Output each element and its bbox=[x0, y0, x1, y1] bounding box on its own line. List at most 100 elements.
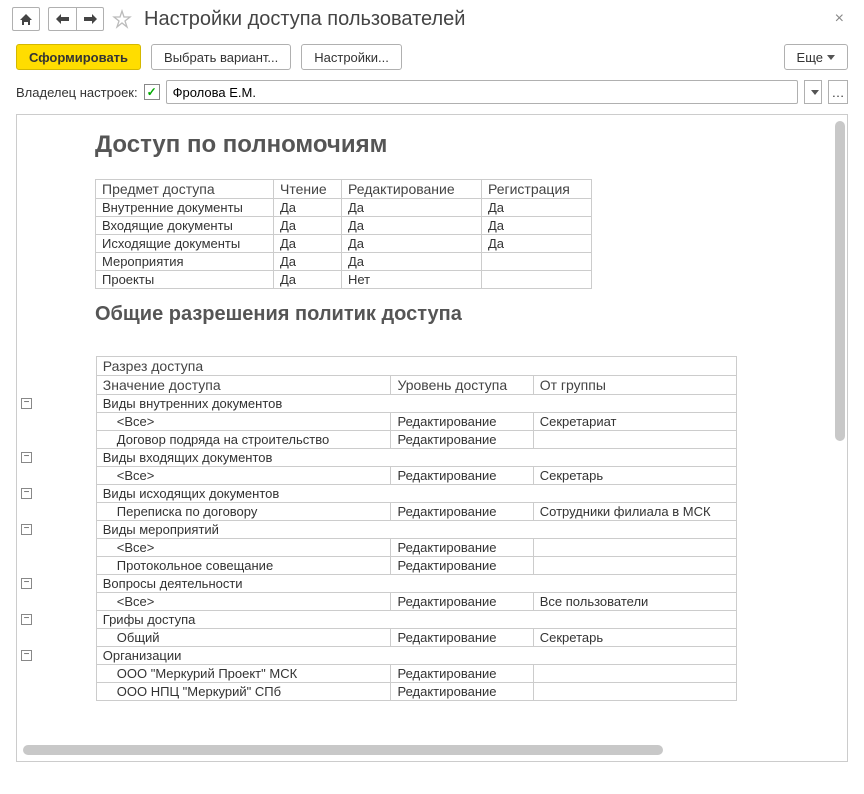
more-button[interactable]: Еще bbox=[784, 44, 848, 70]
cell: <Все> bbox=[96, 593, 391, 611]
more-label: Еще bbox=[797, 50, 823, 65]
group-row: − Виды исходящих документов bbox=[17, 485, 737, 503]
report-area: Доступ по полномочиям Предмет доступа Чт… bbox=[16, 114, 848, 762]
owner-dropdown-button[interactable] bbox=[804, 80, 822, 104]
scrollbar-thumb[interactable] bbox=[23, 745, 663, 755]
table-row: <Все>РедактированиеВсе пользователи bbox=[17, 593, 737, 611]
section2-title: Общие разрешения политик доступа bbox=[95, 289, 592, 356]
tree-gutter bbox=[17, 357, 96, 376]
tree-gutter bbox=[17, 593, 96, 611]
cell: Редактирование bbox=[391, 665, 533, 683]
cell bbox=[533, 665, 736, 683]
cell bbox=[533, 557, 736, 575]
table-row: <Все>РедактированиеСекретариат bbox=[17, 413, 737, 431]
cell: Входящие документы bbox=[96, 217, 274, 235]
close-button[interactable]: × bbox=[827, 6, 852, 32]
generate-button[interactable]: Сформировать bbox=[16, 44, 141, 70]
owner-select-button[interactable]: … bbox=[828, 80, 848, 104]
tree-gutter bbox=[17, 413, 96, 431]
owner-input[interactable] bbox=[166, 80, 798, 104]
cell: Да bbox=[482, 217, 592, 235]
table-row: Переписка по договоруРедактированиеСотру… bbox=[17, 503, 737, 521]
cell: Проекты bbox=[96, 271, 274, 289]
cell: Да bbox=[274, 235, 342, 253]
section1-title: Доступ по полномочиям bbox=[95, 127, 592, 179]
cell: Да bbox=[274, 271, 342, 289]
scrollbar-vertical[interactable] bbox=[835, 121, 845, 735]
home-icon bbox=[19, 13, 33, 26]
cell: Виды исходящих документов bbox=[96, 485, 736, 503]
cell: Виды внутренних документов bbox=[96, 395, 736, 413]
tree-gutter: − bbox=[17, 611, 96, 629]
tree-gutter bbox=[17, 539, 96, 557]
cell: Редактирование bbox=[391, 467, 533, 485]
cell: Нет bbox=[342, 271, 482, 289]
tree-collapse-button[interactable]: − bbox=[21, 452, 32, 463]
back-button[interactable] bbox=[48, 7, 76, 31]
col-subject: Предмет доступа bbox=[96, 180, 274, 199]
choose-variant-button[interactable]: Выбрать вариант... bbox=[151, 44, 291, 70]
table-row: ОбщийРедактированиеСекретарь bbox=[17, 629, 737, 647]
cell: Внутренние документы bbox=[96, 199, 274, 217]
report-scroll[interactable]: Доступ по полномочиям Предмет доступа Чт… bbox=[17, 115, 847, 761]
tree-gutter bbox=[17, 629, 96, 647]
table-row: Разрез доступа bbox=[17, 357, 737, 376]
owner-checkbox[interactable]: ✓ bbox=[144, 84, 160, 100]
tree-gutter bbox=[17, 467, 96, 485]
cell: Секретарь bbox=[533, 629, 736, 647]
tree-collapse-button[interactable]: − bbox=[21, 650, 32, 661]
cell: <Все> bbox=[96, 413, 391, 431]
table-row: <Все>Редактирование bbox=[17, 539, 737, 557]
tree-gutter bbox=[17, 503, 96, 521]
tree-gutter bbox=[17, 431, 96, 449]
tree-gutter: − bbox=[17, 575, 96, 593]
cell: Секретариат bbox=[533, 413, 736, 431]
tree-collapse-button[interactable]: − bbox=[21, 524, 32, 535]
permissions-table: Предмет доступа Чтение Редактирование Ре… bbox=[95, 179, 592, 289]
tree-collapse-button[interactable]: − bbox=[21, 578, 32, 589]
tree-gutter bbox=[17, 376, 96, 395]
access-table: Разрез доступаЗначение доступаУровень до… bbox=[17, 356, 737, 701]
table-row: Договор подряда на строительствоРедактир… bbox=[17, 431, 737, 449]
cell: Значение доступа bbox=[96, 376, 391, 395]
cell: <Все> bbox=[96, 539, 391, 557]
arrow-right-icon bbox=[83, 14, 97, 24]
owner-label: Владелец настроек: bbox=[16, 85, 138, 100]
cell: Да bbox=[482, 235, 592, 253]
table-row: ПроектыДаНет bbox=[96, 271, 592, 289]
chevron-down-icon bbox=[811, 90, 819, 95]
cell: Да bbox=[274, 217, 342, 235]
scrollbar-horizontal[interactable] bbox=[23, 745, 827, 755]
tree-collapse-button[interactable]: − bbox=[21, 488, 32, 499]
tree-gutter: − bbox=[17, 485, 96, 503]
cell: Исходящие документы bbox=[96, 235, 274, 253]
cell: Секретарь bbox=[533, 467, 736, 485]
chevron-down-icon bbox=[827, 55, 835, 60]
cell: Редактирование bbox=[391, 557, 533, 575]
home-button[interactable] bbox=[12, 7, 40, 31]
tree-gutter: − bbox=[17, 521, 96, 539]
scrollbar-thumb[interactable] bbox=[835, 121, 845, 441]
table-row: Входящие документыДаДаДа bbox=[96, 217, 592, 235]
tree-gutter bbox=[17, 665, 96, 683]
cell: Общий bbox=[96, 629, 391, 647]
forward-button[interactable] bbox=[76, 7, 104, 31]
table-row: ООО "Меркурий Проект" МСКРедактирование bbox=[17, 665, 737, 683]
tree-collapse-button[interactable]: − bbox=[21, 614, 32, 625]
arrow-left-icon bbox=[56, 14, 70, 24]
favorite-icon[interactable] bbox=[112, 9, 132, 29]
cell: Протокольное совещание bbox=[96, 557, 391, 575]
cell: <Все> bbox=[96, 467, 391, 485]
table-row: МероприятияДаДа bbox=[96, 253, 592, 271]
group-row: − Виды мероприятий bbox=[17, 521, 737, 539]
tree-collapse-button[interactable]: − bbox=[21, 398, 32, 409]
cell: Виды мероприятий bbox=[96, 521, 736, 539]
cell: Редактирование bbox=[391, 413, 533, 431]
group-row: −Вопросы деятельности bbox=[17, 575, 737, 593]
cell: Грифы доступа bbox=[96, 611, 736, 629]
settings-button[interactable]: Настройки... bbox=[301, 44, 402, 70]
col-reg: Регистрация bbox=[482, 180, 592, 199]
cell: Да bbox=[342, 217, 482, 235]
cell: Виды входящих документов bbox=[96, 449, 736, 467]
cell: Договор подряда на строительство bbox=[96, 431, 391, 449]
